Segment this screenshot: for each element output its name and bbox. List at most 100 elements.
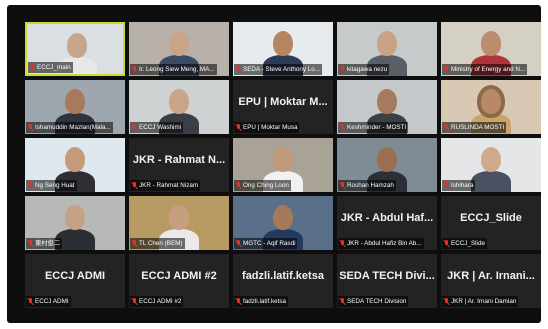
participant-tile[interactable]: SEDA - Steve Anthony Lo... (233, 22, 333, 76)
participant-name-text: Ong Ching Loon (243, 182, 289, 189)
participant-tile[interactable]: TL Chen (BEM) (129, 196, 229, 250)
participant-tile[interactable]: Ong Ching Loon (233, 138, 333, 192)
participant-display-name: SEDA TECH Divi... (339, 270, 435, 282)
participant-display-name: ECCJ_Slide (460, 212, 522, 224)
participant-tile[interactable]: 東村俊二 (25, 196, 125, 250)
participant-display-name: JKR | Ar. Irnani... (447, 270, 535, 282)
participant-name-label: kitagawa nezu (338, 64, 390, 75)
muted-mic-icon (27, 240, 33, 247)
participant-name-text: JKR - Abdul Hafiz Bin Ab... (347, 240, 422, 247)
participant-head (481, 147, 501, 172)
participant-name-label: ECCJ ADMI (26, 296, 71, 307)
participant-name-label: SEDA TECH Division (338, 296, 409, 307)
participant-head (273, 31, 293, 56)
participant-name-text: JKR | Ar. Irnani Damian (451, 298, 517, 305)
participant-tile[interactable]: ECCJ Washimi (129, 80, 229, 134)
muted-mic-icon (131, 66, 137, 73)
muted-mic-icon (339, 240, 345, 247)
participant-display-name: ECCJ ADMI #2 (141, 270, 217, 282)
participant-tile[interactable]: MGTC - Aqif Rasdi (233, 196, 333, 250)
participant-name-label: SEDA - Steve Anthony Lo... (234, 64, 323, 75)
participant-tile[interactable]: ECCJ ADMI ECCJ ADMI (25, 254, 125, 308)
participant-name-text: Keshminder - MOSTI (347, 124, 407, 131)
participant-head (273, 205, 293, 230)
participant-name-text: ECCJ_main (37, 64, 71, 71)
participant-name-label: TL Chen (BEM) (130, 238, 185, 249)
participant-name-text: Ishamuddin Mazlan(Mala... (35, 124, 111, 131)
participant-tile[interactable]: Ministry of Energy and N... (441, 22, 541, 76)
participant-head (169, 89, 189, 114)
participant-tile[interactable]: Keshminder - MOSTI (337, 80, 437, 134)
participant-head (65, 147, 85, 172)
participant-tile[interactable]: JKR - Rahmat N... JKR - Rahmat Nizam (129, 138, 229, 192)
participant-name-text: JKR - Rahmat Nizam (139, 182, 199, 189)
participant-name-label: Roshan Hamzah (338, 180, 396, 191)
muted-mic-icon (443, 66, 449, 73)
participant-tile[interactable]: JKR - Abdul Haf... JKR - Abdul Hafiz Bin … (337, 196, 437, 250)
participant-head (481, 89, 501, 114)
participant-name-label: ECCJ Washimi (130, 122, 184, 133)
participant-name-text: ECCJ ADMI (35, 298, 69, 305)
muted-mic-icon (443, 182, 449, 189)
participant-name-label: 東村俊二 (26, 238, 63, 249)
participant-tile[interactable]: Ishihara (441, 138, 541, 192)
muted-mic-icon (443, 240, 449, 247)
participant-name-text: RUSLINDA MOSTI (451, 124, 505, 131)
participant-name-text: MGTC - Aqif Rasdi (243, 240, 296, 247)
participant-tile[interactable]: fadzli.latif.ketsa fadzli.latif.ketsa (233, 254, 333, 308)
muted-mic-icon (339, 298, 345, 305)
participant-name-label: EPU | Moktar Musa (234, 122, 300, 133)
participant-name-label: RUSLINDA MOSTI (442, 122, 507, 133)
participant-tile[interactable]: EPU | Moktar M... EPU | Moktar Musa (233, 80, 333, 134)
muted-mic-icon (27, 124, 33, 131)
muted-mic-icon (131, 298, 137, 305)
muted-mic-icon (339, 66, 345, 73)
participant-name-text: Ng Seng Huat (35, 182, 75, 189)
participant-head (65, 89, 85, 114)
participant-head (67, 33, 87, 58)
participant-name-label: JKR - Abdul Hafiz Bin Ab... (338, 238, 424, 249)
participant-tile[interactable]: Roshan Hamzah (337, 138, 437, 192)
participant-name-label: ECCJ_Slide (442, 238, 487, 249)
participant-name-label: Ir. Leong Siew Meng, MA... (130, 64, 217, 75)
participant-name-label: Ishihara (442, 180, 476, 191)
muted-mic-icon (235, 182, 241, 189)
participant-grid: ECCJ_main Ir. Leong Siew Meng, MA... SEDA … (25, 22, 547, 312)
participant-head (273, 147, 293, 172)
participant-name-text: ECCJ_Slide (451, 240, 485, 247)
participant-tile[interactable]: Ir. Leong Siew Meng, MA... (129, 22, 229, 76)
participant-name-label: MGTC - Aqif Rasdi (234, 238, 298, 249)
muted-mic-icon (235, 66, 241, 73)
participant-head (169, 31, 189, 56)
muted-mic-icon (443, 298, 449, 305)
participant-tile[interactable]: Ng Seng Huat (25, 138, 125, 192)
muted-mic-icon (339, 182, 345, 189)
participant-name-label: fadzli.latif.ketsa (234, 296, 289, 307)
participant-tile[interactable]: RUSLINDA MOSTI (441, 80, 541, 134)
participant-name-label: Keshminder - MOSTI (338, 122, 409, 133)
video-conference-window: ECCJ_main Ir. Leong Siew Meng, MA... SEDA … (7, 5, 541, 323)
muted-mic-icon (235, 298, 241, 305)
participant-tile[interactable]: Ishamuddin Mazlan(Mala... (25, 80, 125, 134)
participant-name-label: ECCJ ADMI #2 (130, 296, 184, 307)
muted-mic-icon (131, 182, 137, 189)
participant-tile[interactable]: SEDA TECH Divi... SEDA TECH Division (337, 254, 437, 308)
participant-display-name: JKR - Rahmat N... (132, 154, 226, 166)
participant-head (65, 205, 85, 230)
participant-tile[interactable]: JKR | Ar. Irnani... JKR | Ar. Irnani Dami… (441, 254, 541, 308)
participant-name-text: fadzli.latif.ketsa (243, 298, 287, 305)
participant-tile[interactable]: ECCJ_Slide ECCJ_Slide (441, 196, 541, 250)
participant-name-label: Ishamuddin Mazlan(Mala... (26, 122, 113, 133)
participant-head (377, 31, 397, 56)
participant-tile[interactable]: ECCJ_main (25, 22, 125, 76)
participant-display-name: EPU | Moktar M... (238, 96, 328, 108)
participant-name-label: Ministry of Energy and N... (442, 64, 528, 75)
participant-head (377, 89, 397, 114)
participant-tile[interactable]: kitagawa nezu (337, 22, 437, 76)
participant-name-text: EPU | Moktar Musa (243, 124, 298, 131)
participant-tile[interactable]: ECCJ ADMI #2 ECCJ ADMI #2 (129, 254, 229, 308)
participant-name-text: SEDA - Steve Anthony Lo... (243, 66, 321, 73)
participant-name-text: Ministry of Energy and N... (451, 66, 526, 73)
participant-name-label: Ng Seng Huat (26, 180, 77, 191)
participant-name-label: Ong Ching Loon (234, 180, 291, 191)
